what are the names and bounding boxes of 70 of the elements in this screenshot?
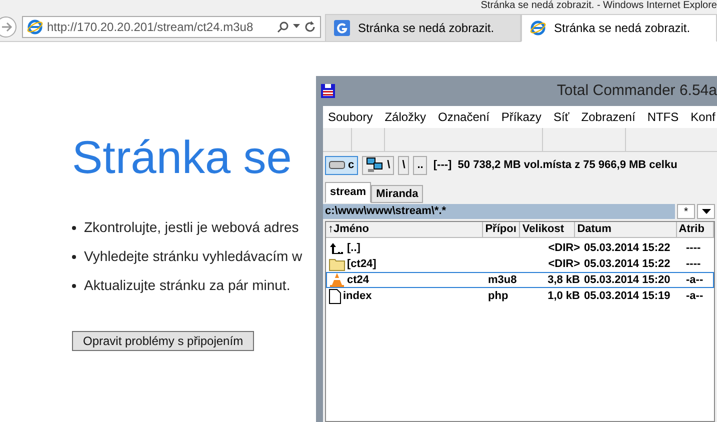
free-space-text: [---] 50 738,2 MB vol.místa z 75 966,9 MB celku (433, 158, 678, 173)
panel-tab[interactable]: Miranda (371, 185, 424, 203)
file-date: 05.03.2014 15:19 (584, 290, 670, 302)
drive-button[interactable]: .. (413, 156, 428, 174)
file-size: <DIR> (548, 258, 580, 270)
file-attributes: ---- (686, 240, 701, 256)
fix-connection-button[interactable]: Opravit problémy s připojením (72, 331, 254, 351)
traffic-cone-icon (329, 273, 345, 287)
file-attributes: ---- (686, 256, 701, 272)
menu-item[interactable]: Příkazy (501, 108, 542, 126)
address-field[interactable]: http://170.20.20.201/stream/ct24.m3u8 (22, 16, 321, 38)
menu-item[interactable]: Záložky (384, 108, 426, 126)
file-name: ct24 (347, 272, 370, 288)
column-header[interactable]: ↑Jméno (326, 222, 484, 238)
drive-button[interactable]: c (325, 156, 358, 174)
filter-button[interactable]: * (677, 204, 695, 219)
error-heading: Stránka se (72, 130, 292, 184)
url-text: http://170.20.20.201/stream/ct24.m3u8 (47, 18, 254, 36)
file-date: 05.03.2014 15:22 (584, 258, 670, 270)
commander-title: Total Commander 6.54a (556, 80, 717, 101)
browser-logo-icon (530, 20, 546, 36)
file-row[interactable]: index php 1,0 kB 05.03.2014 15:19 -a-- (326, 288, 714, 304)
column-header[interactable]: Přípoı (483, 222, 520, 238)
file-size: 1,0 kB (548, 290, 580, 302)
dropdown-caret-icon[interactable] (293, 24, 300, 29)
network-computers-icon (366, 157, 384, 173)
menu-item[interactable]: NTFS (647, 108, 679, 126)
file-name: [..] (347, 240, 360, 256)
search-icon[interactable] (277, 20, 289, 32)
window-title: Stránka se nedá zobrazit. - Windows Internet Explore (480, 0, 717, 12)
menu-item[interactable]: Soubory (328, 108, 373, 126)
file-size: 3,8 kB (548, 274, 580, 286)
history-dropdown-button[interactable] (697, 204, 715, 219)
file-row[interactable]: [ct24] <DIR> 05.03.2014 15:22 ---- (326, 256, 714, 272)
forward-arrow-icon[interactable] (0, 16, 18, 38)
file-attributes: -a-- (686, 272, 704, 288)
file-date: 05.03.2014 15:22 (584, 242, 670, 254)
suggestion-text: Aktualizujte stránku za pár minut. (84, 276, 290, 295)
menu-item[interactable]: Zobrazení (581, 108, 636, 126)
file-name: [ct24] (347, 256, 376, 272)
file-attributes: -a-- (686, 288, 704, 304)
document-icon (329, 288, 341, 304)
file-row[interactable]: [..] <DIR> 05.03.2014 15:22 ---- (326, 240, 714, 256)
folder-icon (329, 257, 345, 271)
column-header[interactable]: Atrib (676, 222, 714, 238)
refresh-icon[interactable] (304, 20, 316, 32)
column-header[interactable]: Datum (575, 222, 677, 238)
panel-tab[interactable]: stream (325, 182, 372, 203)
file-extension: m3u8 (488, 274, 517, 286)
browser-tab[interactable]: Stránka se nedá zobrazit. (325, 14, 521, 42)
search-logo-icon (334, 20, 350, 36)
menu-item[interactable]: Označení (438, 108, 490, 126)
column-header[interactable]: Velikost (520, 222, 576, 238)
menu-item[interactable]: Konf (690, 108, 716, 126)
browser-tab[interactable]: Stránka se nedá zobrazit. (521, 14, 717, 42)
caret-icon (702, 209, 710, 214)
suggestion-text: Vyhledejte stránku vyhledávacím w (84, 247, 302, 266)
up-arrow-icon (329, 241, 345, 255)
file-extension: php (488, 290, 508, 302)
file-name: index (343, 288, 372, 304)
menu-item[interactable]: Síť (553, 108, 570, 126)
path-bar: c:\www\www\stream\*.* (323, 204, 675, 219)
file-size: <DIR> (548, 242, 580, 254)
browser-logo-icon (27, 18, 43, 34)
drive-button[interactable]: \ (398, 156, 410, 174)
disk-drive-icon (329, 160, 345, 170)
drive-button[interactable]: \ (362, 156, 394, 174)
file-date: 05.03.2014 15:20 (584, 274, 670, 286)
file-row[interactable]: ct24 m3u8 3,8 kB 05.03.2014 15:20 -a-- (326, 272, 714, 288)
suggestion-text: Zkontrolujte, jestli je webová adres (84, 218, 299, 237)
